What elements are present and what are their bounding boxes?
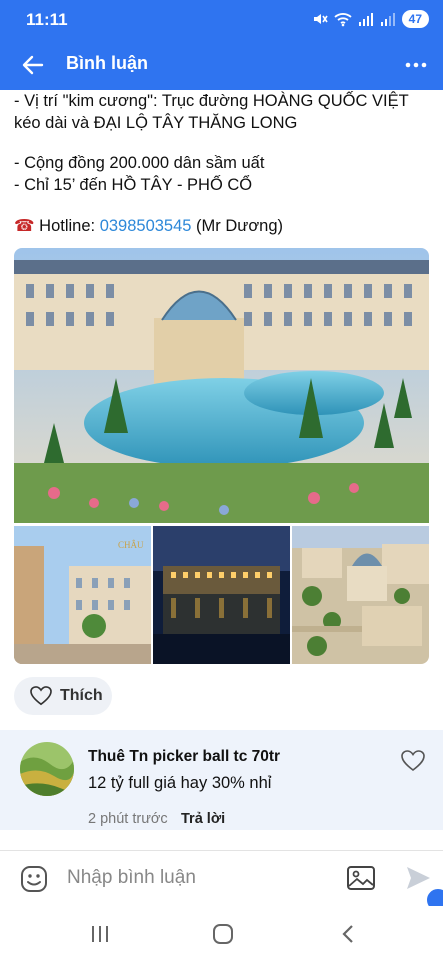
reply-button[interactable]: Trả lời	[181, 811, 225, 827]
wifi-icon	[334, 13, 352, 27]
hotline-contact: (Mr Dương)	[191, 217, 283, 235]
like-button[interactable]: Thích	[14, 677, 112, 715]
post-content: - Vị trí "kim cương": Trục đường HOÀNG Q…	[0, 90, 443, 830]
back-nav-icon[interactable]	[340, 924, 356, 944]
signal-icon-2	[380, 13, 395, 26]
hotline-number-link[interactable]: 0398503545	[100, 217, 192, 235]
avatar[interactable]	[20, 742, 74, 796]
hotline-line: ☎ Hotline: 0398503545 (Mr Dương)	[14, 216, 283, 236]
comment-text: 12 tỷ full giá hay 30% nhỉ	[88, 774, 272, 792]
comment-input-bar: Nhập bình luận	[0, 850, 443, 906]
status-icons: 47	[312, 10, 429, 28]
image-caption: CHÂU	[118, 540, 144, 550]
send-icon[interactable]	[404, 864, 432, 892]
phone-icon: ☎	[14, 217, 35, 235]
comment-like-icon[interactable]	[401, 750, 425, 772]
comment-item: Thuê Tn picker ball tc 70tr 12 tỷ full g…	[0, 730, 443, 830]
post-image-2[interactable]: CHÂU	[14, 526, 151, 664]
aerial-image	[292, 526, 429, 664]
comment-author[interactable]: Thuê Tn picker ball tc 70tr	[88, 748, 280, 766]
post-line-1: - Vị trí "kim cương": Trục đường HOÀNG Q…	[14, 92, 409, 110]
street-image: CHÂU	[14, 526, 151, 664]
post-line-2: kéo dài và ĐẠI LỘ TÂY THĂNG LONG	[14, 114, 298, 132]
like-label: Thích	[60, 687, 103, 704]
more-options-icon[interactable]	[403, 52, 429, 78]
avatar-image	[20, 742, 74, 796]
system-nav-bar	[0, 906, 443, 960]
status-time: 11:11	[26, 10, 68, 29]
mute-icon	[313, 14, 328, 24]
post-image-main[interactable]	[14, 248, 429, 523]
home-icon[interactable]	[212, 924, 234, 944]
post-image-3[interactable]	[153, 526, 290, 664]
resort-image	[14, 248, 429, 523]
recent-apps-icon[interactable]	[90, 924, 110, 944]
hotline-label: Hotline:	[39, 217, 100, 235]
night-image	[153, 526, 290, 664]
app-bar: Bình luận	[0, 40, 443, 90]
status-bar: 11:11 47	[0, 0, 443, 40]
battery-level: 47	[401, 10, 429, 28]
page-title: Bình luận	[66, 53, 148, 73]
post-line-4: - Chỉ 15’ đến HỒ TÂY - PHỐ CỔ	[14, 176, 253, 194]
post-line-3: - Cộng đồng 200.000 dân sầm uất	[14, 154, 265, 172]
post-image-4[interactable]	[292, 526, 429, 664]
comment-time: 2 phút trước	[88, 811, 168, 827]
heart-icon	[30, 686, 52, 706]
image-attach-icon[interactable]	[346, 864, 376, 892]
emoji-icon[interactable]	[20, 865, 48, 893]
comment-input[interactable]: Nhập bình luận	[67, 867, 196, 889]
signal-icon	[358, 13, 373, 26]
back-arrow-icon[interactable]	[20, 52, 46, 78]
